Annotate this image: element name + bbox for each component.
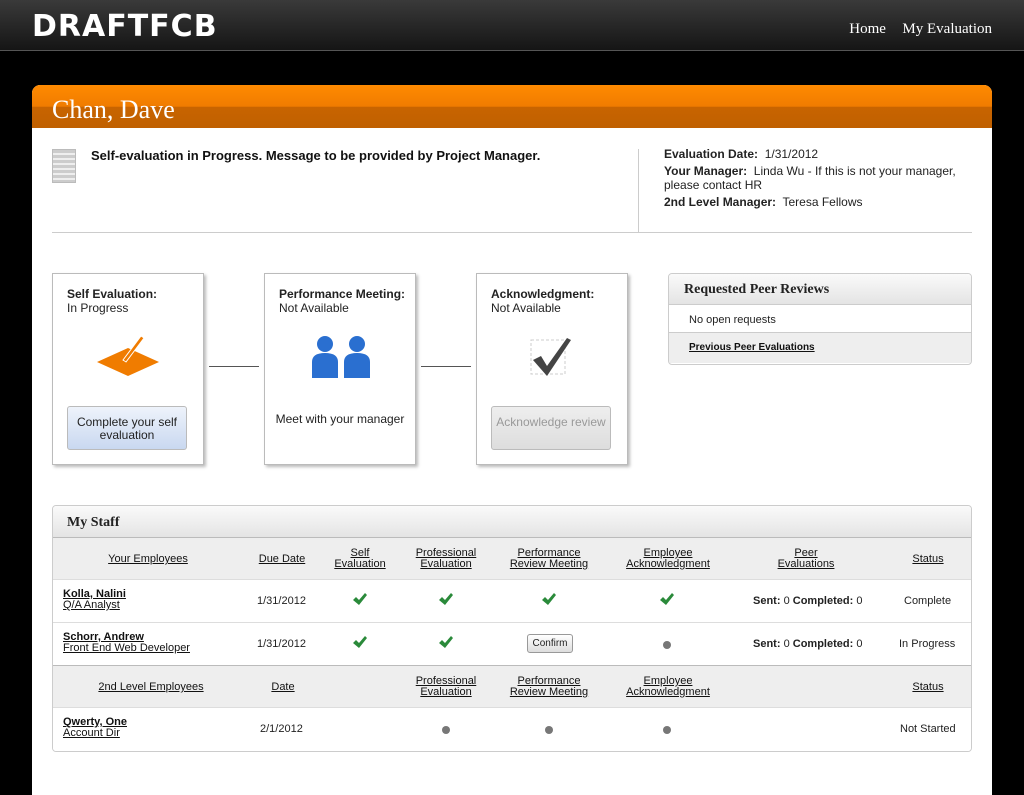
sent-label: Sent:	[753, 638, 781, 650]
acknowledge-review-button[interactable]: Acknowledge review	[491, 406, 611, 450]
evaluation-date-value: 1/31/2012	[764, 147, 819, 161]
step-status: Not Available	[491, 301, 561, 315]
status-message: Self-evaluation in Progress. Message to …	[91, 148, 541, 163]
horizontal-divider	[52, 232, 972, 233]
header-your-employees[interactable]: Your Employees	[93, 554, 203, 565]
card-header: Chan, Dave	[32, 85, 992, 128]
checkmark-icon	[530, 338, 571, 376]
header-professional-evaluation[interactable]: Professional Evaluation	[411, 548, 481, 570]
header-status[interactable]: Status	[898, 682, 958, 693]
step-status: In Progress	[67, 301, 129, 315]
second-manager-label: 2nd Level Manager:	[664, 195, 777, 209]
my-staff-title: My Staff	[53, 506, 971, 538]
status-text: In Progress	[899, 638, 956, 650]
employee-role-link[interactable]: Q/A Analyst	[63, 600, 126, 611]
header-self-evaluation[interactable]: Self Evaluation	[330, 548, 390, 570]
employee-role-link[interactable]: Front End Web Developer	[63, 643, 190, 654]
confirm-button[interactable]: Confirm	[527, 634, 573, 653]
check-icon	[439, 593, 453, 605]
header-performance-review-meeting[interactable]: Performance Review Meeting	[506, 676, 592, 698]
completed-count: 0	[856, 638, 863, 650]
header-2nd-level-employees[interactable]: 2nd Level Employees	[91, 682, 211, 693]
step-status: Not Available	[279, 301, 349, 315]
sent-count: 0	[783, 595, 790, 607]
header-employee-acknowledgment[interactable]: Employee Acknowledgment	[623, 548, 713, 570]
my-staff-panel: My Staff Your Employees Due Date Self Ev…	[52, 505, 972, 752]
header-date[interactable]: Date	[263, 682, 303, 693]
step-connector	[209, 366, 259, 367]
check-icon	[353, 593, 367, 605]
pencil-paper-icon	[97, 335, 159, 376]
peer-evaluation-counts: Sent: 0 Completed: 0	[753, 595, 862, 607]
step-title: Performance Meeting:	[279, 287, 406, 301]
staff-table: Your Employees Due Date Self Evaluation …	[53, 538, 971, 751]
complete-self-evaluation-button[interactable]: Complete your self evaluation	[67, 406, 187, 450]
completed-label: Completed:	[792, 638, 854, 650]
header-peer-evaluations[interactable]: Peer Evaluations	[776, 548, 836, 570]
status-text: Not Started	[900, 723, 956, 735]
table-header-row: Your Employees Due Date Self Evaluation …	[53, 538, 971, 580]
step-connector	[421, 366, 471, 367]
previous-peer-evaluations-link[interactable]: Previous Peer Evaluations	[689, 342, 815, 353]
table-row: Schorr, Andrew Front End Web Developer 1…	[53, 623, 971, 666]
document-icon	[52, 149, 76, 183]
evaluation-info: Evaluation Date: 1/31/2012 Your Manager:…	[664, 147, 974, 212]
step-acknowledgment: Acknowledgment: Not Available Acknowledg…	[476, 273, 628, 465]
step-performance-meeting: Performance Meeting: Not Available Meet …	[264, 273, 416, 465]
nav-my-evaluation-link[interactable]: My Evaluation	[902, 21, 992, 37]
sent-label: Sent:	[753, 595, 781, 607]
sent-count: 0	[783, 638, 790, 650]
check-icon	[660, 593, 674, 605]
vertical-divider	[638, 149, 639, 232]
header-status[interactable]: Status	[898, 554, 958, 565]
due-date: 1/31/2012	[257, 638, 306, 650]
second-level-header-row: 2nd Level Employees Date Professional Ev…	[53, 666, 971, 708]
check-icon	[439, 636, 453, 648]
top-bar: DRAFTFCB Home My Evaluation	[0, 0, 1024, 51]
header-due-date[interactable]: Due Date	[252, 554, 312, 565]
due-date: 1/31/2012	[257, 595, 306, 607]
top-nav: Home My Evaluation	[837, 20, 992, 38]
nav-home-link[interactable]: Home	[849, 21, 886, 37]
pending-dot-icon	[663, 641, 671, 649]
completed-count: 0	[856, 595, 863, 607]
step-self-evaluation: Self Evaluation: In Progress Complete yo…	[52, 273, 204, 465]
completed-label: Completed:	[792, 595, 854, 607]
pending-dot-icon	[442, 726, 450, 734]
check-icon	[542, 593, 556, 605]
employee-name: Chan, Dave	[52, 95, 175, 124]
peer-reviews-title: Requested Peer Reviews	[669, 274, 971, 305]
step-title: Acknowledgment:	[491, 287, 595, 301]
check-icon	[353, 636, 367, 648]
table-row: Qwerty, One Account Dir 2/1/2012 Not Sta…	[53, 708, 971, 751]
brand-logo[interactable]: DRAFTFCB	[32, 9, 218, 44]
pending-dot-icon	[663, 726, 671, 734]
peer-reviews-panel: Requested Peer Reviews No open requests …	[668, 273, 972, 365]
pending-dot-icon	[545, 726, 553, 734]
header-performance-review-meeting[interactable]: Performance Review Meeting	[506, 548, 592, 570]
status-text: Complete	[904, 595, 952, 607]
second-manager-value: Teresa Fellows	[782, 195, 863, 209]
evaluation-card: Chan, Dave Self-evaluation in Progress. …	[32, 85, 992, 795]
step-title: Self Evaluation:	[67, 287, 158, 301]
header-professional-evaluation[interactable]: Professional Evaluation	[411, 676, 481, 698]
manager-label: Your Manager:	[664, 164, 748, 178]
peer-reviews-empty: No open requests	[669, 305, 971, 333]
meeting-text: Meet with your manager	[275, 412, 405, 426]
peer-evaluation-counts: Sent: 0 Completed: 0	[753, 638, 862, 650]
header-employee-acknowledgment[interactable]: Employee Acknowledgment	[623, 676, 713, 698]
people-icon	[312, 336, 370, 378]
evaluation-date-label: Evaluation Date:	[664, 147, 759, 161]
date: 2/1/2012	[260, 723, 303, 735]
employee-role-link[interactable]: Account Dir	[63, 728, 127, 739]
table-row: Kolla, Nalini Q/A Analyst 1/31/2012 Sent…	[53, 580, 971, 623]
